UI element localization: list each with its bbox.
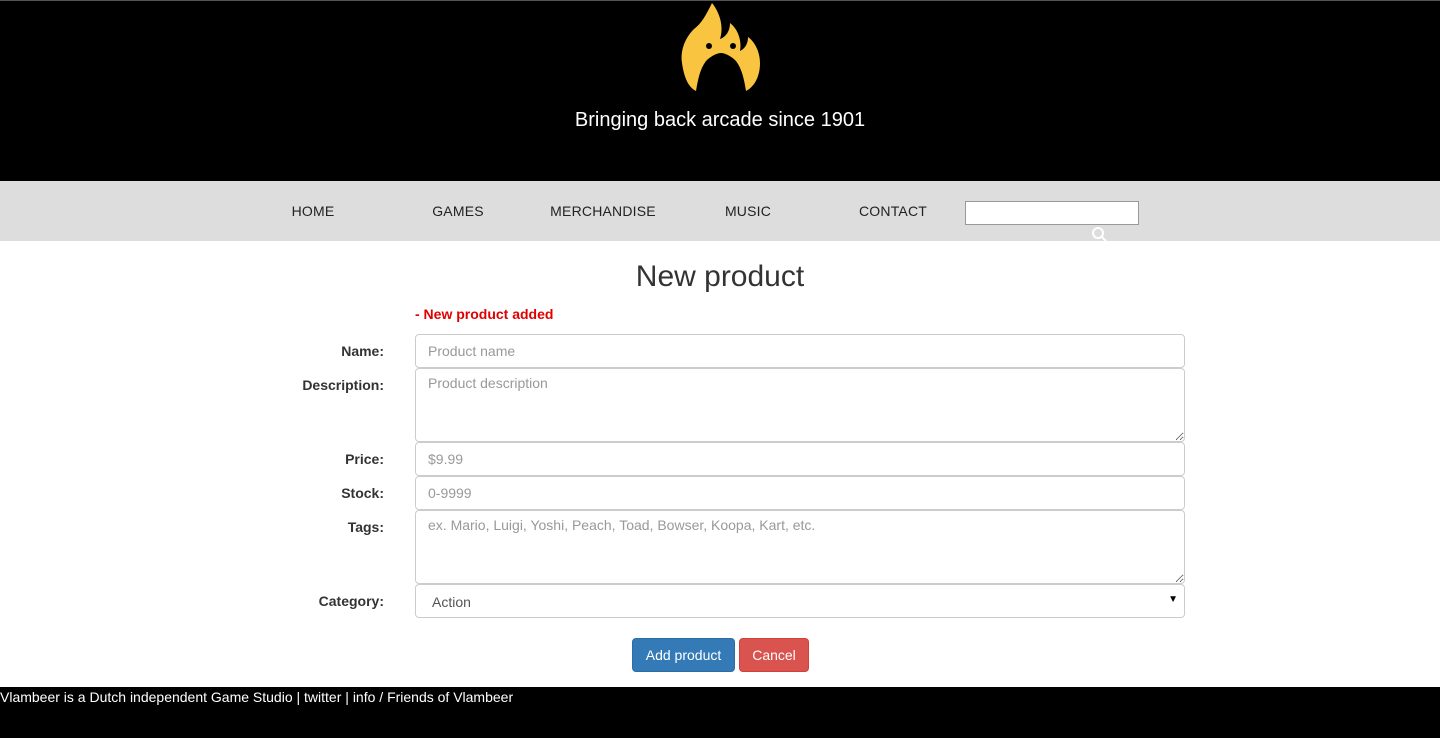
footer-slash: / [375,689,388,705]
stock-label: Stock: [341,485,384,501]
name-label: Name: [341,343,384,359]
page-title: New product [635,260,805,293]
site-header: Bringing back arcade since 1901 [0,0,1440,181]
cancel-button[interactable]: Cancel [739,638,809,672]
success-message: - New product added [415,306,554,322]
nav-item-contact[interactable]: CONTACT [838,203,948,219]
search-icon[interactable] [1091,226,1107,242]
tags-label: Tags: [347,519,384,535]
site-footer: Vlambeer is a Dutch independent Game Stu… [0,687,1440,738]
caret-down-icon: ▼ [1168,594,1178,605]
friends-link[interactable]: Friends of Vlambeer [387,689,513,705]
nav-item-home[interactable]: HOME [258,203,368,219]
name-input[interactable] [415,334,1185,368]
tagline: Bringing back arcade since 1901 [574,109,866,131]
nav-item-merchandise[interactable]: MERCHANDISE [548,203,658,219]
add-product-button[interactable]: Add product [632,638,735,672]
search-input[interactable] [965,201,1139,225]
price-label: Price: [345,451,384,467]
info-link[interactable]: info [353,689,376,705]
footer-separator: | [341,689,353,705]
price-input[interactable] [415,442,1185,476]
category-label: Category: [318,593,384,609]
nav-item-games[interactable]: GAMES [403,203,513,219]
description-textarea[interactable] [415,368,1185,442]
stock-input[interactable] [415,476,1185,510]
category-select[interactable]: Action ▼ [415,584,1185,618]
footer-text: Vlambeer is a Dutch independent Game Stu… [0,689,305,705]
description-label: Description: [302,377,384,393]
twitter-link[interactable]: twitter [304,689,341,705]
flame-logo-icon[interactable] [678,1,764,95]
nav-item-music[interactable]: MUSIC [693,203,803,219]
category-selected-value: Action [432,594,471,610]
main-nav: HOME GAMES MERCHANDISE MUSIC CONTACT [0,181,1440,241]
tags-textarea[interactable] [415,510,1185,584]
